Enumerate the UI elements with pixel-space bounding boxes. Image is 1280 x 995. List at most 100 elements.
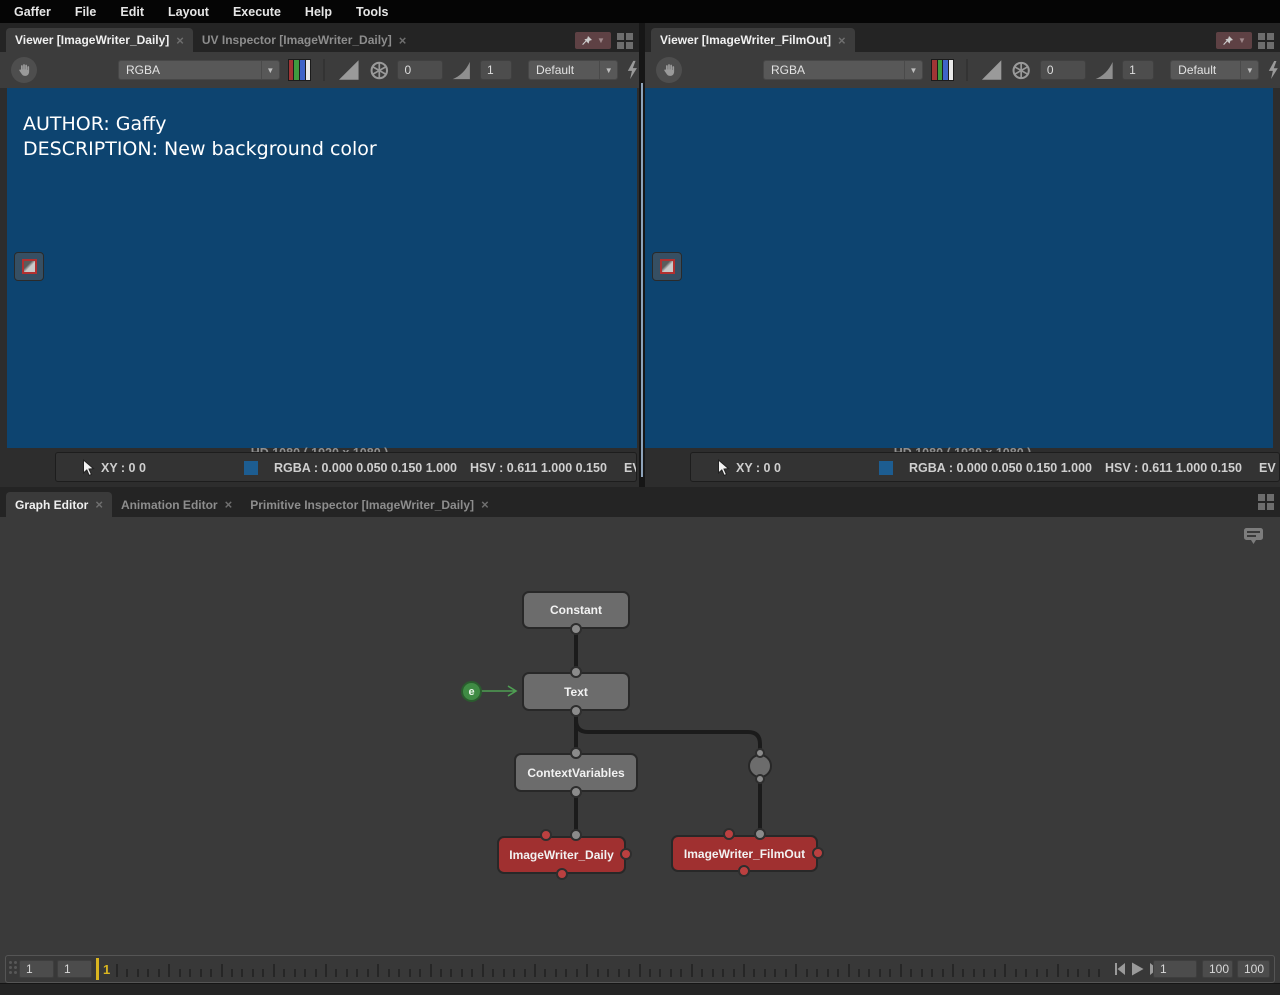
node-connector[interactable] — [570, 666, 582, 678]
pan-tool-button[interactable] — [11, 57, 37, 83]
status-hsv: HSV : 0.611 1.000 0.150 — [1105, 461, 1242, 475]
tab-animation-editor[interactable]: Animation Editor × — [112, 492, 241, 517]
node-connector[interactable] — [754, 828, 766, 840]
channel-bars-icon[interactable] — [287, 59, 312, 81]
ruler-tick — [1025, 969, 1028, 977]
graph-tabbar: Graph Editor × Animation Editor × Primit… — [0, 487, 1280, 517]
aperture-icon[interactable] — [1011, 60, 1031, 81]
channel-bars-icon[interactable] — [930, 59, 955, 81]
menu-item-tools[interactable]: Tools — [356, 5, 388, 19]
ruler-tick — [868, 969, 871, 977]
ruler-tick — [899, 964, 902, 977]
ruler-tick — [178, 969, 181, 977]
lightning-icon[interactable] — [1267, 60, 1280, 80]
tab-close-icon[interactable]: × — [399, 34, 407, 47]
node-connector[interactable] — [570, 623, 582, 635]
viewer-toolbar: RGBA ▼ 0 1 Default ▼ — [645, 52, 1280, 88]
exposure-triangle-icon[interactable] — [980, 58, 1003, 82]
exposure-triangle-icon[interactable] — [337, 58, 361, 82]
comment-icon[interactable] — [1243, 527, 1264, 545]
menu-item-help[interactable]: Help — [305, 5, 332, 19]
node-connector[interactable] — [570, 829, 582, 841]
aperture-icon[interactable] — [369, 60, 390, 81]
tab-viewer-imagewriter-filmout[interactable]: Viewer [ImageWriter_FilmOut] × — [651, 28, 855, 52]
gamma-curve-icon[interactable] — [451, 60, 472, 81]
node-connector[interactable] — [556, 868, 568, 880]
pan-tool-button[interactable] — [656, 57, 682, 83]
node-connector[interactable] — [570, 747, 582, 759]
tab-close-icon[interactable]: × — [481, 498, 489, 511]
tab-primitive-inspector[interactable]: Primitive Inspector [ImageWriter_Daily] … — [241, 492, 497, 517]
ruler-tick — [763, 969, 766, 977]
node-connector[interactable] — [570, 786, 582, 798]
ruler-tick — [147, 969, 150, 977]
menu-item-layout[interactable]: Layout — [168, 5, 209, 19]
channel-dropdown[interactable]: RGBA ▼ — [763, 60, 923, 80]
frame-field[interactable] — [1153, 960, 1197, 978]
ruler-tick — [460, 969, 463, 977]
gamma-field[interactable] — [480, 60, 513, 80]
ruler-tick — [116, 964, 118, 977]
gamma-field[interactable] — [1122, 60, 1155, 80]
frame-start-field[interactable] — [19, 960, 54, 978]
node-connector[interactable] — [570, 705, 582, 717]
tab-uv-inspector[interactable]: UV Inspector [ImageWriter_Daily] × — [193, 28, 415, 52]
crop-tool-icon — [659, 259, 675, 274]
tab-close-icon[interactable]: × — [95, 498, 103, 511]
tab-label: Viewer [ImageWriter_Daily] — [15, 33, 170, 47]
ruler-tick — [251, 969, 254, 977]
layout-grid-icon[interactable] — [617, 32, 633, 49]
lightning-icon[interactable] — [626, 60, 639, 80]
gamma-curve-icon[interactable] — [1094, 60, 1114, 81]
range-end-field[interactable] — [1237, 960, 1270, 978]
pin-button[interactable]: ▼ — [575, 32, 611, 49]
display-transform-dropdown[interactable]: Default ▼ — [1170, 60, 1260, 80]
expression-node[interactable]: e — [461, 681, 482, 702]
ruler-tick — [878, 969, 881, 977]
exposure-field[interactable] — [397, 60, 444, 80]
pin-dropdown-arrow[interactable]: ▼ — [1238, 36, 1246, 45]
node-connector[interactable] — [755, 774, 765, 784]
ruler-tick — [732, 969, 735, 977]
image-viewport[interactable]: AUTHOR: Gaffy DESCRIPTION: New backgroun… — [7, 88, 637, 448]
tabbar-controls — [1258, 494, 1280, 517]
timeline-grip[interactable] — [9, 961, 17, 978]
menu-item-gaffer[interactable]: Gaffer — [14, 5, 51, 19]
ruler-tick — [596, 969, 599, 977]
menu-item-file[interactable]: File — [75, 5, 97, 19]
node-connector[interactable] — [723, 828, 735, 840]
ruler-tick — [230, 969, 233, 977]
layout-grid-icon[interactable] — [1258, 494, 1274, 510]
node-graph-canvas[interactable]: Constant Text ContextVariables ImageWriter_… — [0, 517, 1280, 955]
channel-dropdown[interactable]: RGBA ▼ — [118, 60, 280, 80]
node-connector[interactable] — [738, 865, 750, 877]
tab-close-icon[interactable]: × — [838, 34, 846, 47]
image-viewport[interactable] — [645, 88, 1273, 448]
description-line: DESCRIPTION: New background color — [23, 138, 377, 160]
node-connector[interactable] — [755, 748, 765, 758]
tab-graph-editor[interactable]: Graph Editor × — [6, 492, 112, 517]
tab-close-icon[interactable]: × — [225, 498, 233, 511]
timeline-playhead[interactable] — [96, 958, 99, 980]
skip-to-start-button[interactable] — [1114, 962, 1126, 976]
ruler-tick — [910, 969, 913, 977]
pin-button[interactable]: ▼ — [1216, 32, 1252, 49]
crop-tool-button[interactable] — [652, 252, 682, 281]
tab-viewer-imagewriter-daily[interactable]: Viewer [ImageWriter_Daily] × — [6, 28, 193, 52]
node-connector[interactable] — [620, 848, 632, 860]
play-button[interactable] — [1131, 962, 1144, 976]
menu-item-edit[interactable]: Edit — [120, 5, 144, 19]
menu-item-execute[interactable]: Execute — [233, 5, 281, 19]
exposure-field[interactable] — [1039, 60, 1086, 80]
current-frame-field[interactable] — [57, 960, 92, 978]
crop-tool-button[interactable] — [14, 252, 44, 281]
node-connector[interactable] — [540, 829, 552, 841]
tab-close-icon[interactable]: × — [176, 34, 184, 47]
ruler-tick — [377, 964, 380, 977]
layout-grid-icon[interactable] — [1258, 32, 1274, 49]
display-transform-dropdown[interactable]: Default ▼ — [528, 60, 619, 80]
ruler-tick — [481, 964, 484, 977]
pin-dropdown-arrow[interactable]: ▼ — [597, 36, 605, 45]
node-connector[interactable] — [812, 847, 824, 859]
range-start-field[interactable] — [1202, 960, 1233, 978]
